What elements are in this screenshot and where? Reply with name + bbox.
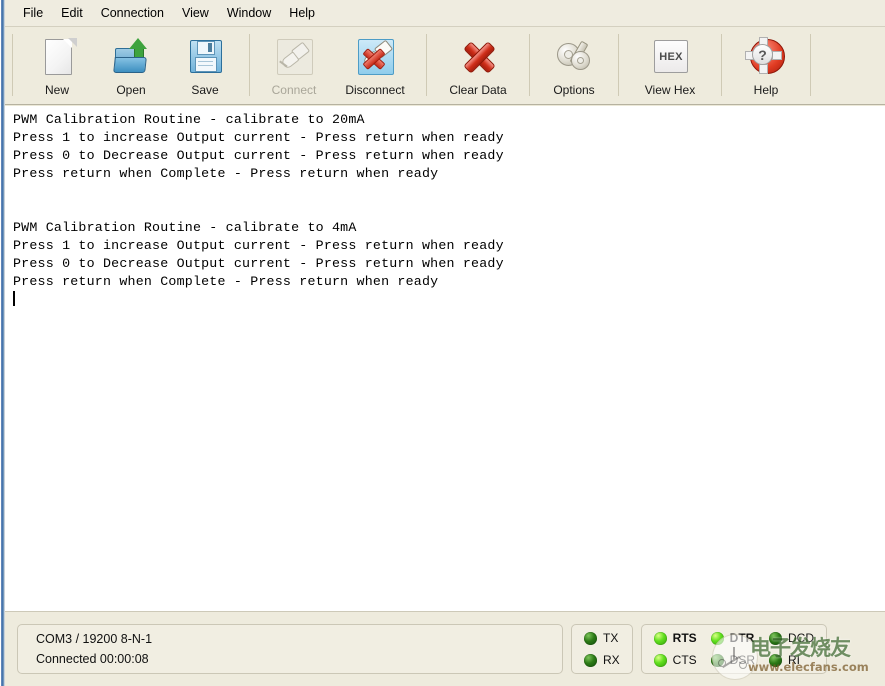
cts-led-indicator <box>654 654 667 667</box>
terminal-line: Press 0 to Decrease Output current - Pre… <box>13 147 885 165</box>
toolbar-separator-5 <box>721 34 722 96</box>
terminal-line <box>13 201 885 219</box>
terminal-line: Press 1 to increase Output current - Pre… <box>13 129 885 147</box>
red-x-icon <box>458 38 498 76</box>
save-button-label: Save <box>191 83 218 97</box>
tx-led-label: TX <box>603 631 618 645</box>
connection-status-text: Connected 00:00:08 <box>36 649 149 669</box>
led-row-dtr: DTR <box>711 629 755 647</box>
open-button-label: Open <box>116 83 145 97</box>
dcd-led-indicator <box>769 632 782 645</box>
application-window: File Edit Connection View Window Help Ne… <box>0 0 885 686</box>
floppy-disk-icon <box>185 38 225 76</box>
dtr-led-label: DTR <box>730 631 755 645</box>
new-button-label: New <box>45 83 69 97</box>
terminal-cursor-line <box>13 291 885 309</box>
toolbar-separator-2 <box>426 34 427 96</box>
open-folder-icon <box>111 38 151 76</box>
led-row-ri: RI <box>769 651 814 669</box>
new-button[interactable]: New <box>20 31 94 99</box>
connect-button-label: Connect <box>272 83 317 97</box>
control-led-panel: RTS CTS DTR DSR <box>641 624 827 674</box>
toolbar-separator-end <box>810 34 811 96</box>
disconnect-button[interactable]: Disconnect <box>331 31 419 99</box>
toolbar-separator-1 <box>249 34 250 96</box>
dcd-led-label: DCD <box>788 631 814 645</box>
terminal-line: Press 1 to increase Output current - Pre… <box>13 237 885 255</box>
led-row-dcd: DCD <box>769 629 814 647</box>
rx-led-label: RX <box>603 653 620 667</box>
tx-rx-led-column: TX RX <box>584 629 620 669</box>
hex-icon-text: HEX <box>654 40 688 73</box>
led-row-rts: RTS <box>654 629 697 647</box>
options-button-label: Options <box>553 83 594 97</box>
hex-icon: HEX <box>650 38 690 76</box>
new-document-icon <box>37 38 77 76</box>
led-row-rx: RX <box>584 651 620 669</box>
options-button[interactable]: Options <box>537 31 611 99</box>
terminal-output-area[interactable]: PWM Calibration Routine - calibrate to 2… <box>5 106 885 611</box>
menu-item-edit[interactable]: Edit <box>52 3 92 24</box>
led-row-cts: CTS <box>654 651 697 669</box>
rts-led-label: RTS <box>673 631 697 645</box>
led-row-tx: TX <box>584 629 620 647</box>
toolbar-separator-3 <box>529 34 530 96</box>
menu-item-help[interactable]: Help <box>280 3 324 24</box>
terminal-line: PWM Calibration Routine - calibrate to 4… <box>13 219 885 237</box>
terminal-line: Press return when Complete - Press retur… <box>13 273 885 291</box>
toolbar-separator-4 <box>618 34 619 96</box>
dtr-dsr-led-column: DTR DSR <box>711 629 755 669</box>
menu-item-file[interactable]: File <box>14 3 52 24</box>
help-icon-glyph: ? <box>752 44 773 65</box>
rts-cts-led-column: RTS CTS <box>654 629 697 669</box>
connect-button: Connect <box>257 31 331 99</box>
lifebuoy-help-icon: ? <box>746 38 786 76</box>
terminal-line: Press return when Complete - Press retur… <box>13 165 885 183</box>
terminal-line: Press 0 to Decrease Output current - Pre… <box>13 255 885 273</box>
toolbar-separator-start <box>12 34 13 96</box>
plug-icon <box>274 38 314 76</box>
help-button-label: Help <box>754 83 779 97</box>
view-hex-button[interactable]: HEX View Hex <box>626 31 714 99</box>
clear-data-button-label: Clear Data <box>449 83 506 97</box>
connection-info-panel: COM3 / 19200 8-N-1 Connected 00:00:08 <box>17 624 563 674</box>
text-caret <box>13 291 15 306</box>
terminal-line: PWM Calibration Routine - calibrate to 2… <box>13 111 885 129</box>
open-button[interactable]: Open <box>94 31 168 99</box>
disconnect-button-label: Disconnect <box>345 83 404 97</box>
terminal-line <box>13 183 885 201</box>
led-row-dsr: DSR <box>711 651 755 669</box>
tx-led-indicator <box>584 632 597 645</box>
save-button[interactable]: Save <box>168 31 242 99</box>
menu-item-window[interactable]: Window <box>218 3 280 24</box>
menu-bar: File Edit Connection View Window Help <box>5 0 885 27</box>
data-led-panel: TX RX <box>571 624 633 674</box>
rts-led-indicator <box>654 632 667 645</box>
main-toolbar: New Open Save <box>5 27 885 105</box>
help-button[interactable]: ? Help <box>729 31 803 99</box>
dtr-led-indicator <box>711 632 724 645</box>
ri-led-label: RI <box>788 653 800 667</box>
dsr-led-label: DSR <box>730 653 755 667</box>
dsr-led-indicator <box>711 654 724 667</box>
cts-led-label: CTS <box>673 653 697 667</box>
port-settings-text: COM3 / 19200 8-N-1 <box>36 629 152 649</box>
clear-data-button[interactable]: Clear Data <box>434 31 522 99</box>
plug-disconnect-icon <box>355 38 395 76</box>
rx-led-indicator <box>584 654 597 667</box>
view-hex-button-label: View Hex <box>645 83 695 97</box>
status-bar: COM3 / 19200 8-N-1 Connected 00:00:08 TX… <box>5 611 885 686</box>
menu-item-view[interactable]: View <box>173 3 218 24</box>
gears-wrench-icon <box>554 38 594 76</box>
ri-led-indicator <box>769 654 782 667</box>
menu-item-connection[interactable]: Connection <box>92 3 173 24</box>
dcd-ri-led-column: DCD RI <box>769 629 814 669</box>
